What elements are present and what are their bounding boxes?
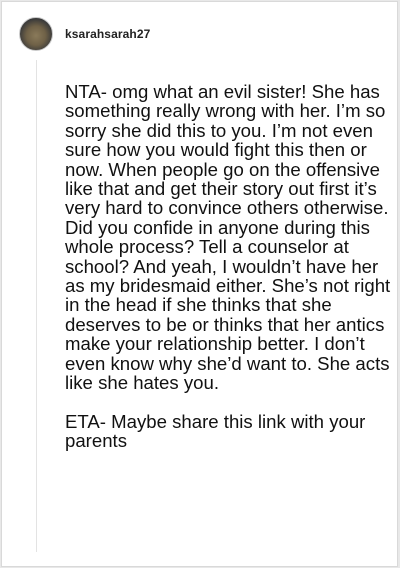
comment-body: NTA- omg what an evil sister! She has so… [65, 82, 395, 451]
comment-card: ksarahsarah27 NTA- omg what an evil sist… [1, 1, 398, 567]
comment-paragraph: NTA- omg what an evil sister! She has so… [65, 81, 391, 394]
thread-line[interactable] [36, 60, 37, 552]
username[interactable]: ksarahsarah27 [65, 27, 150, 41]
comment-paragraph: ETA- Maybe share this link with your par… [65, 410, 366, 452]
comment-header: ksarahsarah27 [19, 17, 150, 51]
avatar[interactable] [19, 17, 53, 51]
